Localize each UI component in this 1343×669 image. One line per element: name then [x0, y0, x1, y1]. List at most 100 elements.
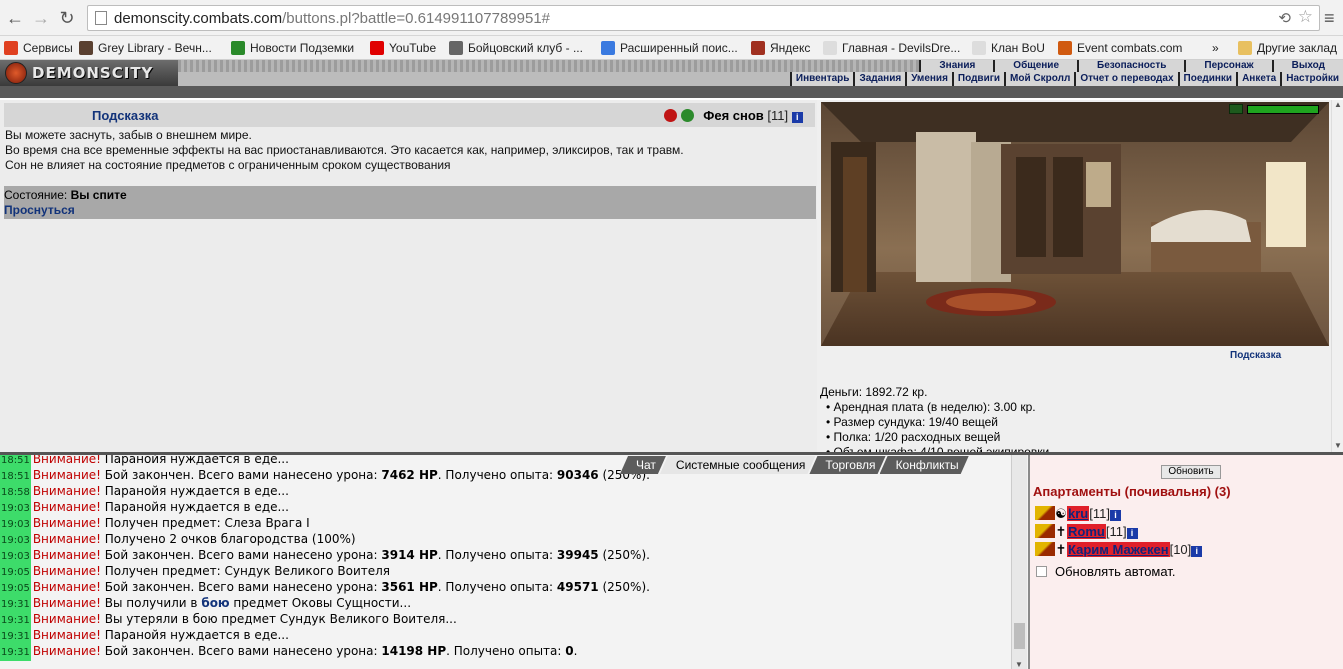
- message-text: 39945: [556, 548, 599, 562]
- bookmark-item[interactable]: »: [1212, 39, 1219, 57]
- room-hint-link[interactable]: Подсказка: [1230, 350, 1281, 361]
- info-icon[interactable]: i: [1126, 528, 1138, 539]
- message-link[interactable]: бою: [201, 596, 229, 610]
- message-time[interactable]: 19:31: [0, 645, 31, 661]
- chat-tab[interactable]: Чат: [620, 456, 666, 474]
- player-level: [11]: [1089, 506, 1110, 521]
- bookmark-item[interactable]: Расширенный поис...: [601, 39, 738, 57]
- chat-message: 19:31 Внимание! Паранойя нуждается в еде.…: [0, 627, 289, 645]
- reload-icon[interactable]: ↻: [56, 7, 78, 29]
- address-bar[interactable]: demonscity.combats.com/buttons.pl?battle…: [87, 5, 1320, 31]
- bookmark-star-icon[interactable]: ☆: [1298, 7, 1313, 27]
- bookmarks-bar: Сервисы Grey Library - Вечн... Новости Под…: [0, 36, 1343, 60]
- sub-menu-item[interactable]: Отчет о переводах: [1074, 72, 1178, 86]
- sub-menu-item[interactable]: Поединки: [1177, 72, 1237, 86]
- bookmark-item[interactable]: Grey Library - Вечн...: [79, 39, 212, 57]
- message-text: Бой закончен. Всего вами нанесено урона:: [100, 548, 382, 562]
- bookmark-label: Сервисы: [23, 41, 73, 55]
- top-menu-item[interactable]: Общение: [993, 60, 1077, 72]
- sub-menu-item[interactable]: Мой Скролл: [1004, 72, 1075, 86]
- autorefresh-label: Обновлять автомат.: [1055, 564, 1176, 579]
- sub-menu: Инвентарь Задания Умения Подвиги Мой Скролл О…: [789, 72, 1343, 86]
- chat-tab[interactable]: Системные сообщения: [660, 456, 816, 474]
- panel-title-row: Подсказка Фея снов [11] i: [4, 103, 815, 127]
- refresh-button[interactable]: Обновить: [1161, 465, 1221, 479]
- forward-arrow-icon[interactable]: →: [30, 7, 52, 29]
- bookmark-item[interactable]: Главная - DevilsDre...: [823, 39, 960, 57]
- room-stat: Арендная плата (в неделю): 3.00 кр.: [826, 400, 1049, 415]
- attack-icon[interactable]: [1035, 524, 1055, 538]
- scroll-up-icon[interactable]: ▲: [1334, 100, 1342, 109]
- room-title: Апартаменты (почивальня) (3): [1033, 484, 1231, 499]
- scroll-down-icon[interactable]: ▼: [1334, 441, 1342, 450]
- description-line: Во время сна все временные эффекты на ва…: [5, 143, 684, 157]
- top-menu-item[interactable]: Персонаж: [1184, 60, 1272, 72]
- game-logo[interactable]: DEMONSCITY: [0, 60, 178, 86]
- url-text[interactable]: demonscity.combats.com/buttons.pl?battle…: [114, 10, 550, 27]
- game-header: DEMONSCITY Знания Общение Безопасность Перс…: [0, 60, 1343, 98]
- message-text: Бой закончен. Всего вами нанесено урона:: [100, 580, 382, 594]
- bookmark-favicon-icon: [370, 41, 384, 55]
- back-arrow-icon[interactable]: ←: [4, 7, 26, 29]
- top-menu-item[interactable]: Выход: [1271, 60, 1343, 72]
- bookmark-label: Новости Подземки: [250, 41, 355, 55]
- sub-menu-item[interactable]: Подвиги: [951, 72, 1005, 86]
- attack-icon[interactable]: [1035, 542, 1055, 556]
- state-value: Вы спите: [70, 188, 127, 202]
- bookmark-label: Яндекс: [770, 41, 811, 55]
- bookmark-item[interactable]: YouTube: [370, 39, 436, 57]
- bookmark-item[interactable]: Event combats.com: [1058, 39, 1182, 57]
- sub-menu-item[interactable]: Инвентарь: [789, 72, 854, 86]
- browser-menu-icon[interactable]: ≡: [1324, 8, 1335, 29]
- autorefresh-toggle[interactable]: Обновлять автомат.: [1036, 564, 1175, 579]
- bookmark-label: Главная - DevilsDre...: [842, 41, 961, 55]
- player-level: [10]: [1169, 542, 1192, 557]
- chat-message: 19:03 Внимание! Паранойя нуждается в еде.…: [0, 499, 289, 517]
- room-stat: Полка: 1/20 расходных вещей: [826, 430, 1049, 445]
- browser-toolbar: ← → ↻ demonscity.combats.com/buttons.pl?…: [0, 0, 1343, 36]
- top-menu-item[interactable]: Безопасность: [1077, 60, 1185, 72]
- autorefresh-checkbox[interactable]: [1036, 566, 1047, 577]
- sub-menu-item[interactable]: Анкета: [1236, 72, 1281, 86]
- bookmark-label: »: [1212, 41, 1219, 55]
- message-text: Получено 2 очков благородства (100%): [100, 532, 356, 546]
- chat-scroll-thumb[interactable]: [1014, 623, 1025, 649]
- message-warning: Внимание!: [32, 596, 101, 610]
- chat-tab[interactable]: Торговля: [809, 456, 885, 474]
- message-text: 49571: [556, 580, 599, 594]
- bookmark-favicon-icon: [1058, 41, 1072, 55]
- player-name[interactable]: Romu: [1067, 524, 1106, 539]
- page-icon: [95, 11, 107, 25]
- bookmark-item[interactable]: Яндекс: [751, 39, 810, 57]
- hp-icon: [1229, 104, 1243, 114]
- wake-up-link[interactable]: Проснуться: [4, 203, 75, 217]
- chat-message: 19:31 Внимание! Вы получили в бою предмет…: [0, 595, 411, 613]
- room-scrollbar[interactable]: ▲ ▼: [1331, 100, 1343, 452]
- top-menu-item[interactable]: Знания: [919, 60, 994, 72]
- bookmark-item[interactable]: Новости Подземки: [231, 39, 354, 57]
- top-menu: Знания Общение Безопасность Персонаж Выход: [919, 60, 1343, 72]
- room-panel: Подсказка Деньги: 1892.72 кр. Арендная п…: [817, 100, 1343, 459]
- chat-tab[interactable]: Конфликты: [880, 456, 969, 474]
- info-icon[interactable]: i: [1109, 510, 1121, 521]
- sub-menu-item[interactable]: Умения: [905, 72, 952, 86]
- chat-scrollbar[interactable]: ▼: [1011, 455, 1027, 669]
- bookmark-item[interactable]: Другие заклад: [1238, 39, 1337, 57]
- bookmark-item[interactable]: Сервисы: [4, 39, 73, 57]
- bookmark-item[interactable]: Бойцовский клуб - ...: [449, 39, 583, 57]
- room-illustration: [821, 102, 1329, 346]
- sub-menu-item[interactable]: Задания: [853, 72, 906, 86]
- chat-scroll-down-icon[interactable]: ▼: [1015, 660, 1023, 669]
- history-icon[interactable]: ⟲: [1278, 9, 1291, 27]
- bookmark-label: Клан BoU: [991, 41, 1045, 55]
- info-icon[interactable]: i: [1191, 546, 1203, 557]
- player-name[interactable]: Карим Мажекен: [1067, 542, 1170, 557]
- hint-link[interactable]: Подсказка: [92, 108, 159, 123]
- info-icon[interactable]: i: [791, 112, 803, 123]
- player-name[interactable]: kru: [1067, 506, 1090, 521]
- bookmark-item[interactable]: Клан BoU: [972, 39, 1045, 57]
- attack-icon[interactable]: [1035, 506, 1055, 520]
- sub-menu-item[interactable]: Настройки: [1280, 72, 1343, 86]
- message-text: Паранойя нуждается в еде...: [100, 455, 289, 466]
- description-line: Сон не влияет на состояние предметов с о…: [5, 158, 451, 172]
